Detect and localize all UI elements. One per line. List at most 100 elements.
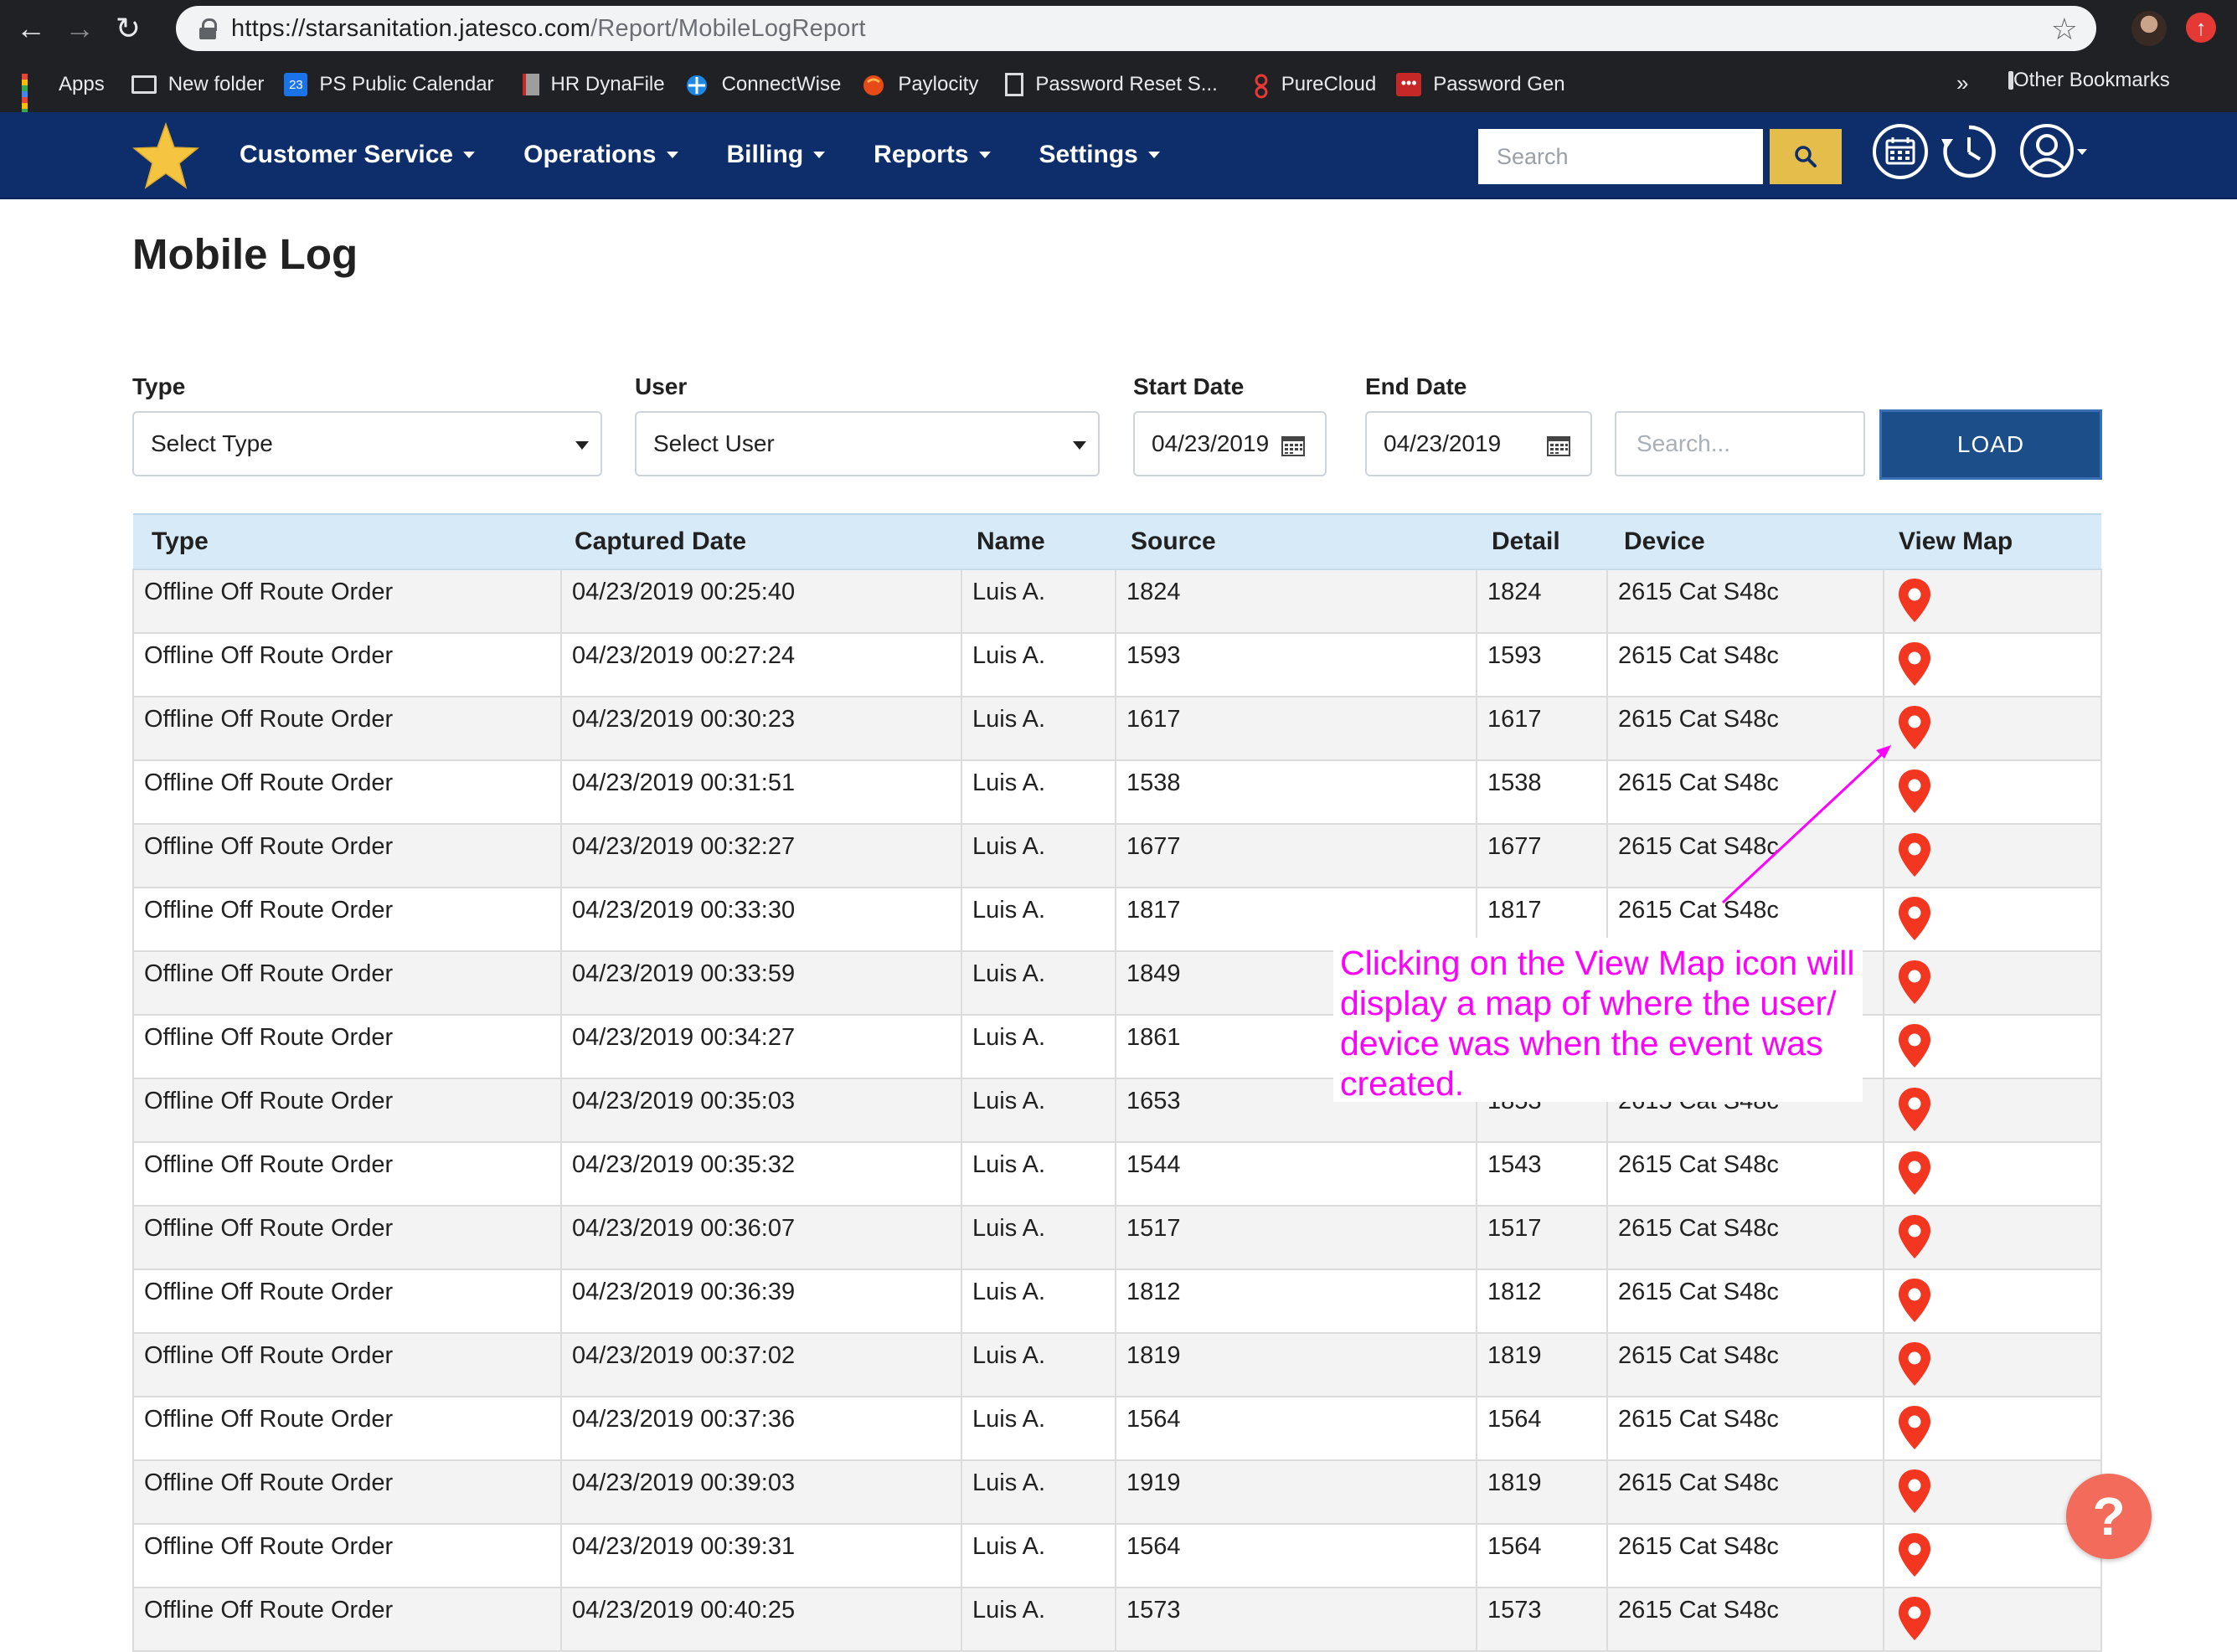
cell-type: Offline Off Route Order [132, 1206, 562, 1270]
type-filter-label: Type [132, 373, 186, 399]
map-pin-icon[interactable] [1896, 1531, 1933, 1585]
cell-detail: 1573 [1477, 1588, 1608, 1652]
header-search-input[interactable] [1478, 129, 1763, 184]
column-header-captured-date[interactable]: Captured Date [561, 513, 961, 570]
caret-down-icon [1147, 152, 1160, 158]
map-pin-icon[interactable] [1896, 1468, 1933, 1521]
bookmarks-overflow-icon[interactable]: » [1956, 70, 1968, 96]
cell-name: Luis A. [961, 1206, 1116, 1270]
cell-detail: 1824 [1477, 569, 1608, 634]
map-pin-icon[interactable] [1896, 577, 1933, 630]
map-pin-icon[interactable] [1896, 641, 1933, 694]
map-pin-icon[interactable] [1896, 1213, 1933, 1267]
menu-settings[interactable]: Settings [1039, 141, 1160, 169]
type-select[interactable]: Select Type [132, 411, 602, 476]
caret-down-icon [813, 152, 826, 158]
bookmark-apps[interactable]: Apps [22, 73, 105, 126]
url-text[interactable]: https://starsanitation.jatesco.com/Repor… [231, 15, 866, 43]
cell-captured-date: 04/23/2019 00:37:36 [561, 1397, 962, 1461]
cell-name: Luis A. [961, 951, 1116, 1016]
header-search-button[interactable] [1770, 129, 1842, 184]
bookmark-star-icon[interactable]: ☆ [2051, 12, 2078, 47]
menu-customer-service[interactable]: Customer Service [240, 141, 476, 169]
cell-captured-date: 04/23/2019 00:39:03 [561, 1460, 962, 1525]
connectwise-favicon-icon [685, 74, 710, 95]
reload-icon[interactable]: ↻ [104, 0, 152, 57]
app-header: Customer Service Operations Billing Repo… [0, 112, 2237, 199]
menu-reports[interactable]: Reports [874, 141, 991, 169]
cell-device: 2615 Cat S48c [1607, 569, 1884, 634]
help-button[interactable]: ? [2066, 1474, 2152, 1559]
cell-captured-date: 04/23/2019 00:32:27 [561, 824, 962, 888]
map-pin-icon[interactable] [1896, 1150, 1933, 1203]
forward-icon[interactable]: → [55, 0, 104, 57]
cell-name: Luis A. [961, 1460, 1116, 1525]
cell-source: 1617 [1116, 697, 1477, 761]
history-button[interactable] [1938, 121, 2000, 183]
menu-billing[interactable]: Billing [727, 141, 826, 169]
column-header-name[interactable]: Name [961, 513, 1116, 570]
cell-view-map [1884, 1206, 2102, 1270]
cell-source: 1538 [1116, 760, 1477, 825]
cell-type: Offline Off Route Order [132, 569, 562, 634]
bookmark-connectwise[interactable]: ConnectWise [685, 73, 841, 96]
cell-view-map [1884, 569, 2102, 634]
update-icon[interactable]: ↑ [2186, 13, 2216, 43]
column-header-detail[interactable]: Detail [1477, 513, 1607, 570]
profile-avatar[interactable] [2131, 11, 2167, 46]
bookmark-other[interactable]: Other Bookmarks [2008, 69, 2170, 92]
calendar-icon[interactable] [1281, 435, 1305, 456]
bookmark-purecloud[interactable]: PureCloud [1253, 73, 1376, 99]
cell-type: Offline Off Route Order [132, 760, 562, 825]
column-header-device[interactable]: Device [1607, 513, 1884, 570]
main-menu: Customer Service Operations Billing Repo… [240, 112, 1209, 198]
cell-name: Luis A. [961, 824, 1116, 888]
user-filter-label: User [635, 373, 688, 399]
table-search-input[interactable] [1615, 411, 1865, 476]
cell-device: 2615 Cat S48c [1607, 1333, 1884, 1397]
column-header-type[interactable]: Type [133, 513, 561, 570]
table-row: Offline Off Route Order 04/23/2019 00:37:… [132, 1333, 2102, 1397]
bookmark-password-reset[interactable]: Password Reset S... [1005, 73, 1218, 96]
cell-detail: 1538 [1477, 760, 1608, 825]
menu-operations[interactable]: Operations [523, 141, 678, 169]
cell-captured-date: 04/23/2019 00:36:07 [561, 1206, 962, 1270]
bookmark-new-folder[interactable]: New folder [131, 73, 264, 96]
table-header-row: Type Captured Date Name Source Detail De… [133, 513, 2101, 570]
cell-name: Luis A. [961, 1333, 1116, 1397]
calendar-button[interactable] [1871, 122, 1930, 181]
load-button[interactable]: LOAD [1879, 409, 2102, 480]
bookmark-hr-dynafile[interactable]: HR DynaFile [522, 73, 665, 96]
map-pin-icon[interactable] [1896, 1022, 1933, 1076]
cell-device: 2615 Cat S48c [1607, 1206, 1884, 1270]
calendar-icon[interactable] [1547, 435, 1570, 456]
calendar-favicon-icon: 23 [284, 73, 308, 96]
caret-down-icon [1073, 441, 1086, 450]
bookmark-paylocity[interactable]: Paylocity [861, 73, 978, 96]
map-pin-icon[interactable] [1896, 1086, 1933, 1140]
user-select[interactable]: Select User [635, 411, 1100, 476]
map-pin-icon[interactable] [1896, 895, 1933, 949]
map-pin-icon[interactable] [1896, 1595, 1933, 1649]
account-menu-button[interactable] [2017, 121, 2089, 183]
address-bar[interactable]: https://starsanitation.jatesco.com/Repor… [176, 6, 2096, 51]
map-pin-icon[interactable] [1896, 1277, 1933, 1330]
column-header-source[interactable]: Source [1116, 513, 1477, 570]
end-date-input[interactable]: 04/23/2019 [1365, 411, 1592, 476]
map-pin-icon[interactable] [1896, 1341, 1933, 1394]
column-header-view-map[interactable]: View Map [1884, 513, 2101, 570]
map-pin-icon[interactable] [1896, 1404, 1933, 1458]
start-date-input[interactable]: 04/23/2019 [1133, 411, 1327, 476]
map-pin-icon[interactable] [1896, 704, 1933, 758]
bookmark-password-gen[interactable]: ••• Password Gen [1396, 73, 1565, 96]
cell-detail: 1543 [1477, 1142, 1608, 1207]
map-pin-icon[interactable] [1896, 768, 1933, 821]
star-logo-icon[interactable] [131, 121, 200, 189]
bookmark-ps-public-calendar[interactable]: 23 PS Public Calendar [284, 73, 494, 96]
back-icon[interactable]: ← [7, 0, 55, 57]
annotation-callout: Clicking on the View Map icon will displ… [1333, 938, 1863, 1103]
table-row: Offline Off Route Order 04/23/2019 00:39:… [132, 1524, 2102, 1588]
map-pin-icon[interactable] [1896, 831, 1933, 885]
cell-name: Luis A. [961, 760, 1116, 825]
map-pin-icon[interactable] [1896, 959, 1933, 1012]
